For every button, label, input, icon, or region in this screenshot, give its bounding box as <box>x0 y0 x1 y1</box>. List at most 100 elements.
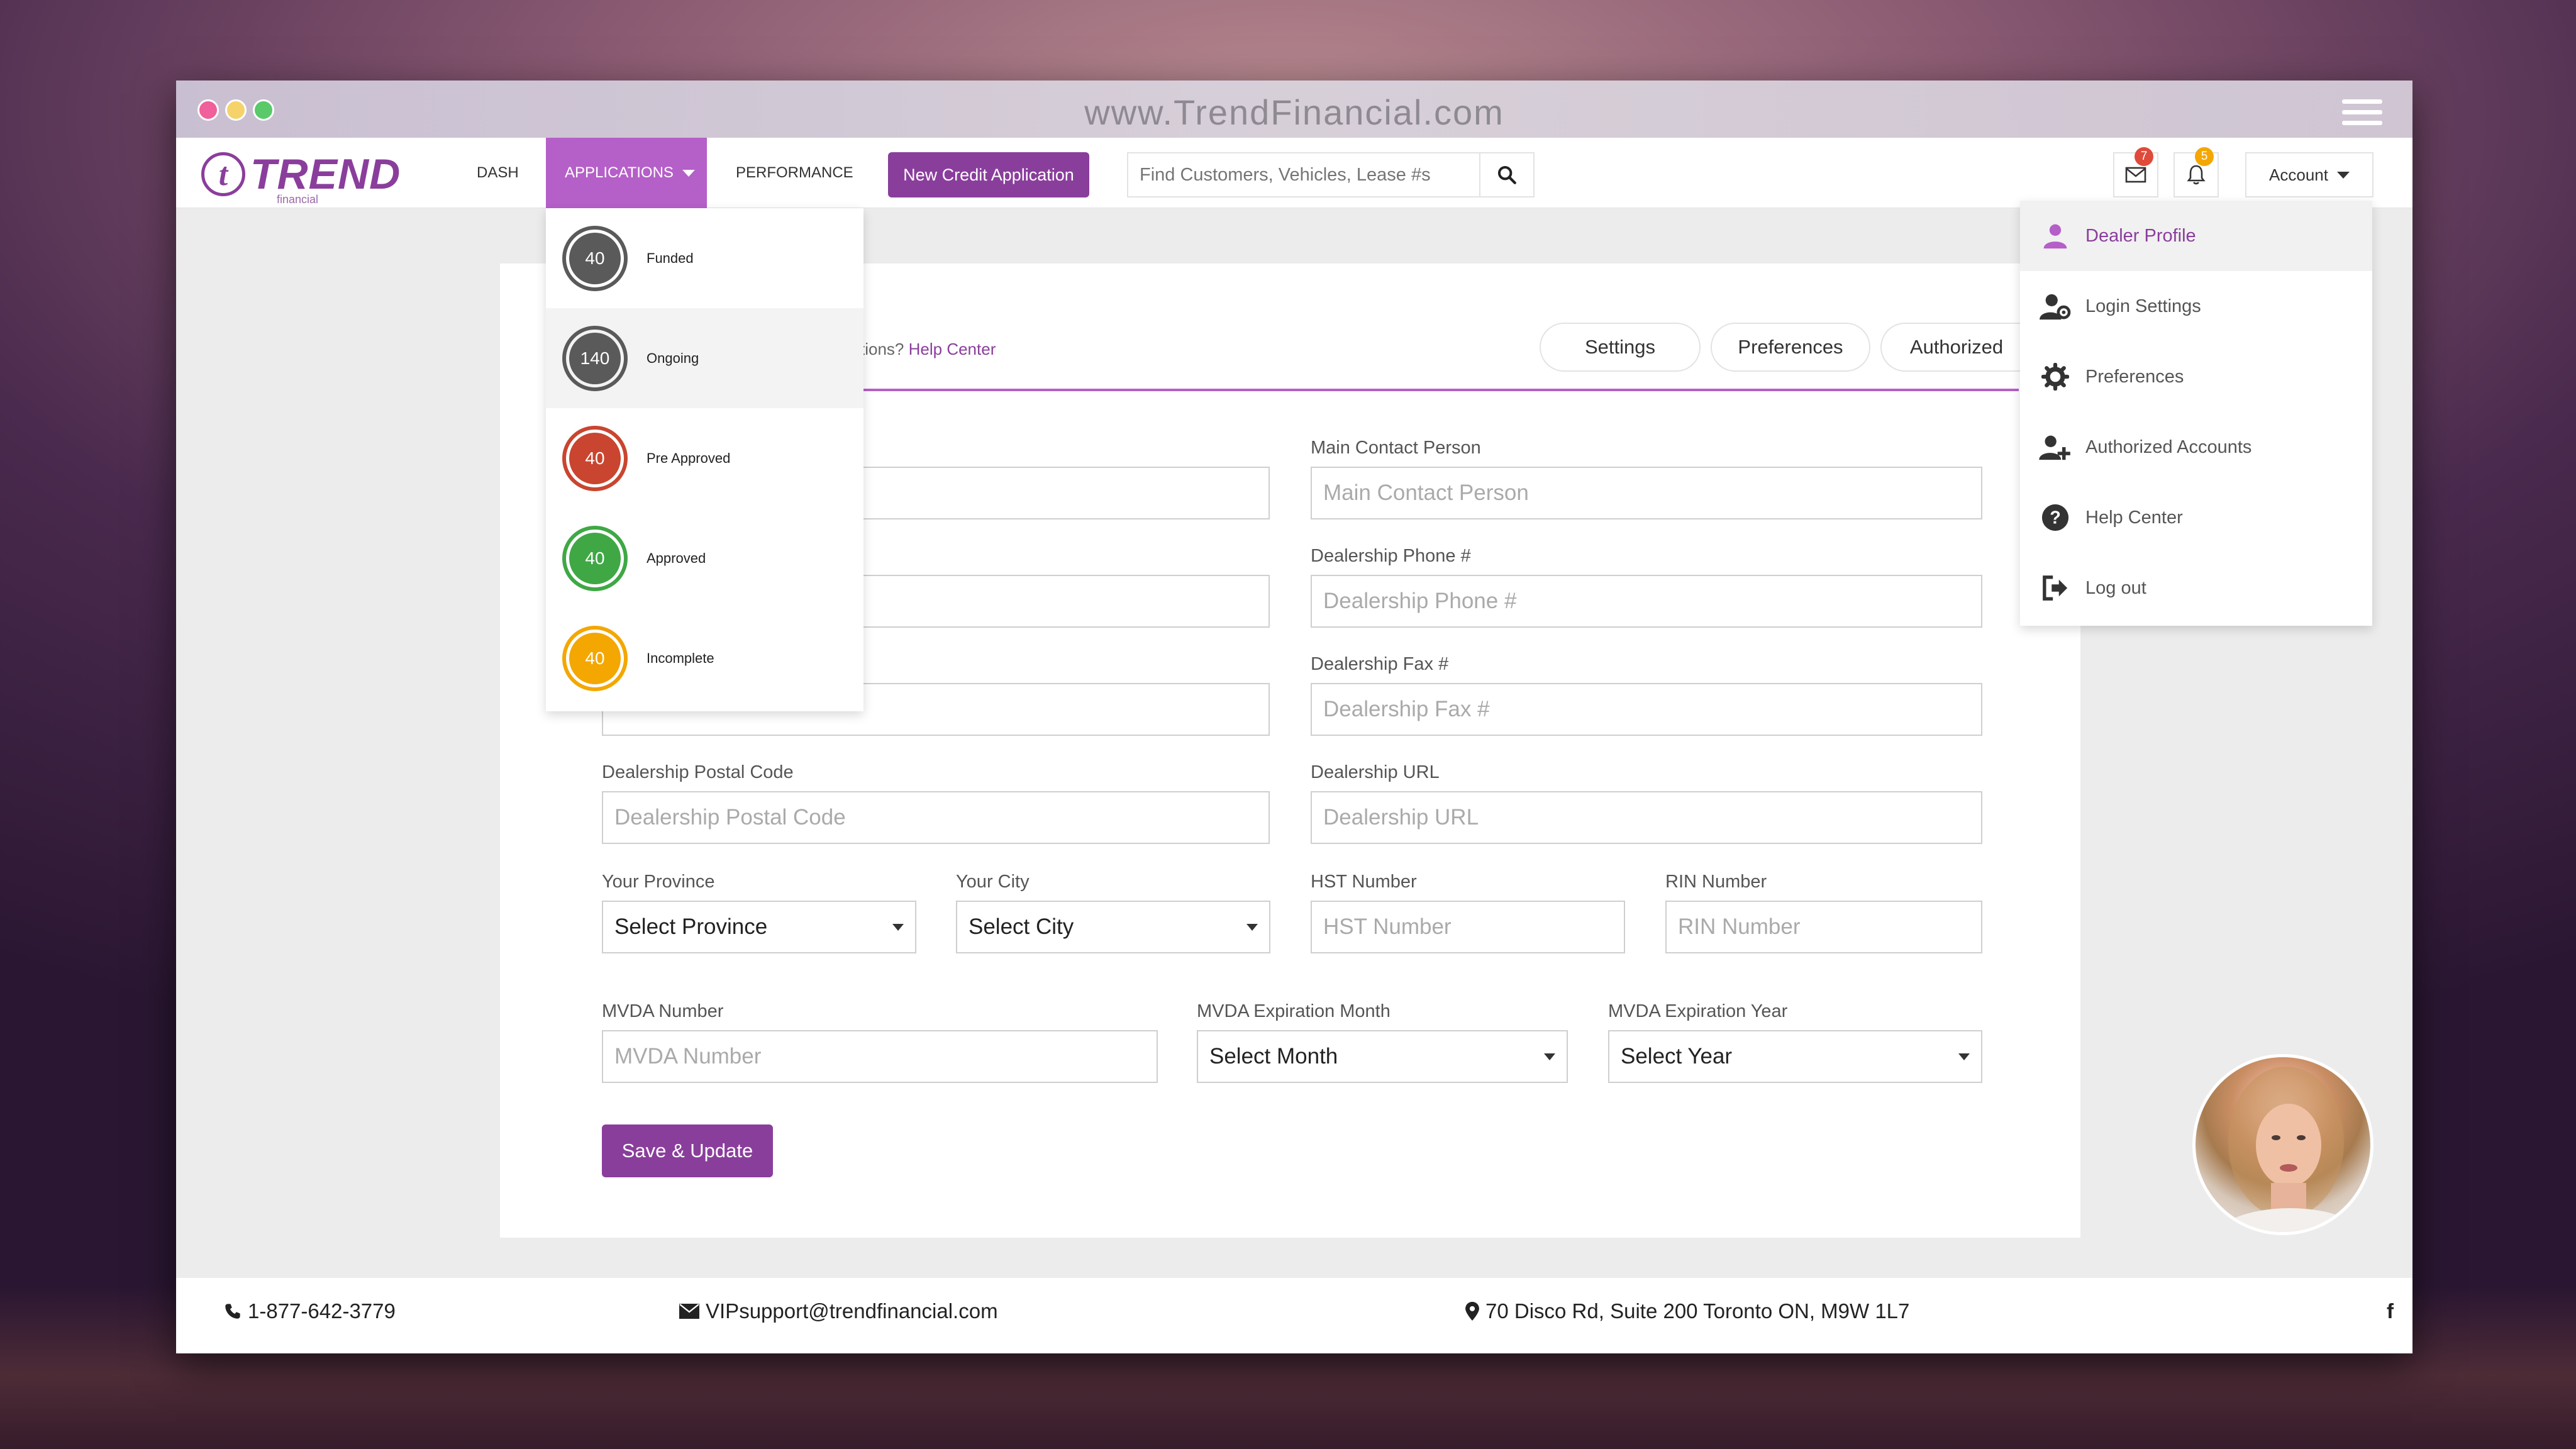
count-ring: 40 <box>562 625 628 691</box>
messages-button[interactable]: 7 <box>2113 147 2158 197</box>
dropdown-arrow-icon <box>1544 1053 1555 1060</box>
tab-authorized[interactable]: Authorized <box>1880 323 2031 372</box>
applications-item-pre-approved[interactable]: 40 Pre Approved <box>546 408 863 508</box>
mvda-year-select[interactable]: Select Year <box>1608 1030 1982 1083</box>
count-ring: 40 <box>562 425 628 491</box>
fax-input[interactable]: Dealership Fax # <box>1311 683 1982 736</box>
presenter-video[interactable] <box>2192 1054 2373 1235</box>
hamburger-icon[interactable] <box>2342 99 2382 131</box>
applications-dropdown: 40 Funded 140 Ongoing 40 Pre Approved 40… <box>546 208 863 711</box>
nav-applications[interactable]: APPLICATIONS <box>546 138 707 208</box>
city-value: Select City <box>969 914 1074 939</box>
notifications-badge: 5 <box>2195 147 2214 166</box>
user-settings-icon <box>2036 292 2074 321</box>
mvda-month-select[interactable]: Select Month <box>1197 1030 1568 1083</box>
new-credit-application-button[interactable]: New Credit Application <box>888 152 1089 197</box>
mvda-year-value: Select Year <box>1621 1044 1733 1069</box>
nav-dash[interactable]: DASH <box>477 138 519 208</box>
city-label: Your City <box>956 872 1030 892</box>
count-value: 140 <box>569 332 621 384</box>
logout-icon <box>2036 575 2074 601</box>
logo-wordmark: TREND <box>250 150 401 198</box>
count-ring: 140 <box>562 325 628 391</box>
user-add-icon <box>2036 433 2074 461</box>
hst-label: HST Number <box>1311 872 1417 892</box>
tab-settings[interactable]: Settings <box>1540 323 1701 372</box>
hst-input[interactable]: HST Number <box>1311 901 1625 953</box>
applications-item-label: Incomplete <box>647 650 714 666</box>
count-value: 40 <box>569 232 621 284</box>
applications-item-incomplete[interactable]: 40 Incomplete <box>546 608 863 708</box>
dropdown-arrow-icon <box>1958 1053 1970 1060</box>
title-bar: www.TrendFinancial.com <box>176 80 2412 138</box>
account-item-authorized-accounts[interactable]: Authorized Accounts <box>2020 412 2372 482</box>
account-item-label: Log out <box>2085 577 2146 598</box>
tab-preferences[interactable]: Preferences <box>1711 323 1870 372</box>
phone-input[interactable]: Dealership Phone # <box>1311 575 1982 628</box>
count-ring: 40 <box>562 525 628 591</box>
notifications-button[interactable]: 5 <box>2174 147 2219 197</box>
applications-item-funded[interactable]: 40 Funded <box>546 208 863 308</box>
logo-mark-icon: t <box>201 152 245 196</box>
postal-label: Dealership Postal Code <box>602 762 794 782</box>
rin-input[interactable]: RIN Number <box>1665 901 1982 953</box>
search-input[interactable] <box>1128 153 1479 196</box>
phone-label: Dealership Phone # <box>1311 546 1471 566</box>
mvda-input[interactable]: MVDA Number <box>602 1030 1158 1083</box>
search-button[interactable] <box>1479 153 1533 196</box>
url-text: www.TrendFinancial.com <box>1084 92 1504 132</box>
footer-phone-text: 1-877-642-3779 <box>248 1299 396 1323</box>
account-item-label: Help Center <box>2085 507 2183 528</box>
help-text: tions? Help Center <box>860 340 996 359</box>
nav-performance[interactable]: PERFORMANCE <box>736 138 853 208</box>
presenter-face-icon <box>2216 1067 2363 1232</box>
help-prefix: tions? <box>860 340 904 358</box>
gear-icon <box>2036 363 2074 391</box>
footer-phone[interactable]: 1-877-642-3779 <box>224 1299 396 1323</box>
url-input[interactable]: Dealership URL <box>1311 791 1982 844</box>
footer-address-text: 70 Disco Rd, Suite 200 Toronto ON, M9W 1… <box>1485 1299 1910 1323</box>
facebook-icon[interactable]: f <box>2387 1299 2394 1323</box>
footer-email[interactable]: VIPsupport@trendfinancial.com <box>679 1299 998 1323</box>
account-item-label: Dealer Profile <box>2085 225 2196 246</box>
main-contact-input[interactable]: Main Contact Person <box>1311 467 1982 519</box>
phone-icon <box>225 1304 240 1319</box>
account-item-dealer-profile[interactable]: Dealer Profile <box>2020 201 2372 271</box>
mvda-month-value: Select Month <box>1209 1044 1338 1069</box>
account-item-login-settings[interactable]: Login Settings <box>2020 271 2372 341</box>
applications-item-approved[interactable]: 40 Approved <box>546 508 863 608</box>
footer: 1-877-642-3779 VIPsupport@trendfinancial… <box>176 1278 2412 1353</box>
account-item-label: Preferences <box>2085 366 2184 387</box>
account-dropdown[interactable]: Account <box>2245 152 2373 197</box>
bell-icon <box>2187 165 2206 185</box>
messages-badge: 7 <box>2135 147 2153 166</box>
search-icon <box>1497 165 1516 184</box>
account-item-logout[interactable]: Log out <box>2020 553 2372 623</box>
tab-underline <box>855 389 2019 391</box>
applications-item-label: Funded <box>647 250 694 266</box>
top-navbar: t TREND financial DASH APPLICATIONS PERF… <box>176 138 2412 208</box>
applications-item-ongoing[interactable]: 140 Ongoing <box>546 308 863 408</box>
dropdown-arrow-icon <box>1246 923 1258 931</box>
postal-input[interactable]: Dealership Postal Code <box>602 791 1270 844</box>
svg-text:?: ? <box>2050 508 2061 528</box>
province-select[interactable]: Select Province <box>602 901 916 953</box>
city-select[interactable]: Select City <box>956 901 1270 953</box>
save-update-button[interactable]: Save & Update <box>602 1124 773 1177</box>
fax-label: Dealership Fax # <box>1311 654 1449 674</box>
chevron-down-icon <box>2336 171 2350 179</box>
url-label: Dealership URL <box>1311 762 1440 782</box>
brand-logo[interactable]: t TREND financial <box>201 149 401 206</box>
help-center-link[interactable]: Help Center <box>909 340 996 358</box>
rin-label: RIN Number <box>1665 872 1767 892</box>
mvda-month-label: MVDA Expiration Month <box>1197 1001 1391 1021</box>
chevron-down-icon <box>682 169 695 177</box>
province-label: Your Province <box>602 872 715 892</box>
count-value: 40 <box>569 532 621 584</box>
account-item-help-center[interactable]: ? Help Center <box>2020 482 2372 553</box>
map-pin-icon <box>1465 1302 1479 1321</box>
nav-applications-label: APPLICATIONS <box>565 164 674 181</box>
main-contact-label: Main Contact Person <box>1311 438 1481 458</box>
account-item-preferences[interactable]: Preferences <box>2020 341 2372 412</box>
applications-item-label: Ongoing <box>647 350 699 366</box>
